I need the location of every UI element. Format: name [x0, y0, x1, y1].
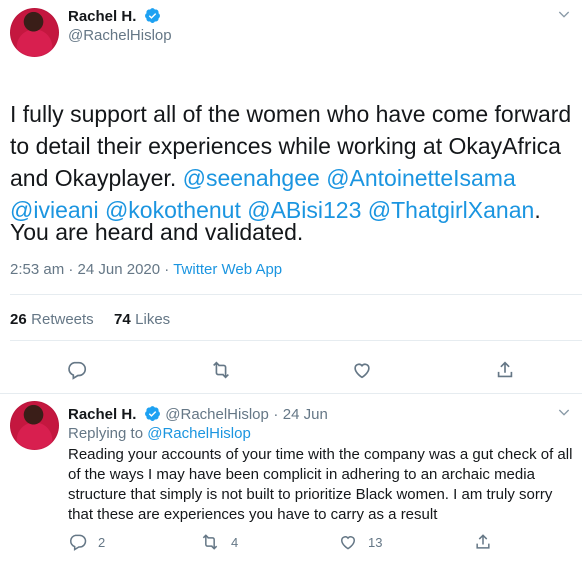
- heart-icon: [340, 536, 356, 550]
- tweet-text-end: .: [534, 197, 541, 223]
- mention-link[interactable]: @AntoinetteIsama: [326, 165, 516, 191]
- reply-text: Reading your accounts of your time with …: [68, 446, 573, 523]
- verified-badge-icon: [144, 7, 161, 29]
- tweet-text: I fully support all of the women who hav…: [10, 66, 576, 226]
- reply-avatar[interactable]: [10, 401, 59, 450]
- reply-icon: [68, 361, 87, 380]
- author-handle[interactable]: @RachelHislop: [68, 27, 172, 44]
- chevron-down-icon[interactable]: [556, 404, 572, 425]
- replying-to-link[interactable]: @RachelHislop: [147, 425, 251, 442]
- divider: [10, 294, 582, 295]
- tweet-time[interactable]: 2:53 am: [10, 261, 64, 278]
- reply-header: Rachel H. @RachelHislop · 24 Jun: [68, 405, 328, 427]
- retweet-icon: [202, 534, 218, 550]
- likes-stat[interactable]: 74 Likes: [114, 311, 170, 329]
- like-button[interactable]: [349, 357, 375, 383]
- like-count: 13: [368, 534, 383, 550]
- reply-icon: [70, 534, 87, 551]
- verified-badge-icon: [144, 405, 161, 427]
- tweet-date[interactable]: 24 Jun 2020: [78, 261, 161, 278]
- author-name[interactable]: Rachel H.: [68, 8, 136, 25]
- tweet-text-line2: You are heard and validated.: [10, 219, 304, 245]
- divider: [0, 393, 582, 394]
- heart-icon: [354, 363, 370, 379]
- mention-link[interactable]: @ThatgirlXanan: [368, 197, 535, 223]
- reply-author-name[interactable]: Rachel H.: [68, 406, 136, 423]
- tweet-meta: 2:53 am · 24 Jun 2020 · Twitter Web App: [10, 261, 283, 278]
- reply-count: 2: [98, 534, 106, 550]
- tweet-source[interactable]: Twitter Web App: [173, 261, 282, 278]
- reply-reply-button[interactable]: 2: [68, 532, 105, 552]
- chevron-down-icon[interactable]: [556, 6, 572, 27]
- reply-like-button[interactable]: 13: [338, 532, 382, 552]
- replying-to: Replying to @RachelHislop: [68, 425, 251, 442]
- reply-retweet-button[interactable]: 4: [199, 532, 238, 552]
- avatar[interactable]: [10, 8, 59, 57]
- divider: [10, 340, 582, 341]
- reply-button[interactable]: [64, 357, 90, 383]
- reply-author-handle[interactable]: @RachelHislop: [165, 406, 269, 423]
- mention-link[interactable]: @seenahgee: [183, 165, 320, 191]
- share-icon: [476, 534, 490, 549]
- retweet-icon: [213, 361, 229, 379]
- share-icon: [497, 361, 513, 378]
- reply-date[interactable]: 24 Jun: [283, 406, 328, 423]
- share-button[interactable]: [492, 357, 518, 383]
- retweet-count: 4: [231, 534, 239, 550]
- reply-share-button[interactable]: [473, 532, 493, 557]
- author-name-row: Rachel H.: [68, 7, 161, 29]
- retweets-stat[interactable]: 26 Retweets: [10, 311, 94, 329]
- retweet-button[interactable]: [206, 357, 236, 383]
